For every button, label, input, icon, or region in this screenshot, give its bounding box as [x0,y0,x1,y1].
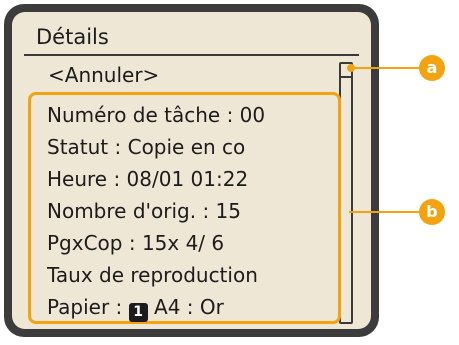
detail-originals[interactable]: Nombre d'orig. : 15 [47,195,347,227]
cancel-button[interactable]: <Annuler> [48,61,159,89]
callout-b-badge: b [419,199,445,225]
details-list: Numéro de tâche : 00 Statut : Copie en c… [28,92,341,324]
title-divider [24,54,359,56]
detail-pages-copies[interactable]: PgxCop : 15x 4/ 6 [47,227,347,259]
detail-status[interactable]: Statut : Copie en co [47,131,347,163]
callout-a-line [351,67,421,69]
screen-title: Détails [36,25,109,49]
lcd-screen: Détails <Annuler> Numéro de tâche : 00 S… [12,12,371,329]
callout-b-line [349,211,421,213]
detail-paper-value: A4 : Or [147,295,224,319]
callout-a-badge: a [419,55,445,81]
paper-tray-number-icon: 1 [128,303,148,322]
detail-paper-label: Papier : [47,295,129,319]
detail-paper[interactable]: Papier : 1 A4 : Or [47,291,347,323]
detail-time[interactable]: Heure : 08/01 01:22 [47,163,347,195]
detail-job-number[interactable]: Numéro de tâche : 00 [47,99,347,131]
device-frame: Détails <Annuler> Numéro de tâche : 00 S… [4,4,379,337]
detail-reproduction-ratio[interactable]: Taux de reproduction [47,259,347,291]
